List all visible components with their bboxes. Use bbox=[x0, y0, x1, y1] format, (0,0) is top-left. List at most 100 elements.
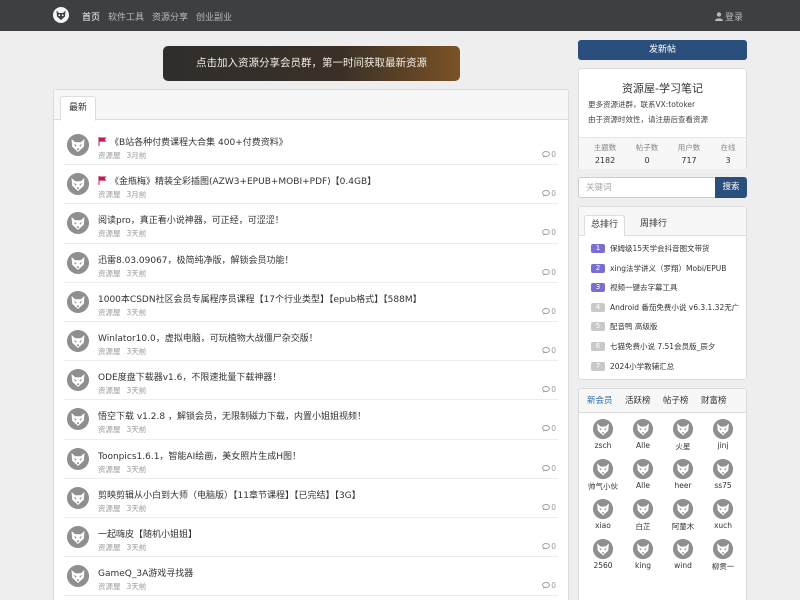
member-item[interactable]: 帅气小伙 bbox=[583, 459, 623, 492]
member-item[interactable]: heer bbox=[663, 459, 703, 490]
member-avatar[interactable] bbox=[713, 539, 733, 559]
member-name[interactable]: wind bbox=[663, 561, 703, 570]
thread-title[interactable]: 悟空下载 v1.2.8 ，解锁会员，无限制磁力下载，内置小姐姐视频！ bbox=[98, 409, 366, 422]
member-item[interactable]: wind bbox=[663, 539, 703, 570]
thread-row[interactable]: Toonpics1.6.1，智能AI绘画，美女照片生成H图！ 资源屋 3天前 0 bbox=[64, 440, 558, 479]
author-avatar[interactable] bbox=[67, 212, 89, 235]
member-name[interactable]: 白芷 bbox=[623, 521, 663, 532]
thread-title[interactable]: Winlator10.0，虚拟电脑，可玩植物大战僵尸杂交版！ bbox=[98, 331, 318, 344]
ranking-item[interactable]: 2 xing法学讲义（罗翔）Mobi/EPUB bbox=[591, 261, 741, 281]
member-avatar[interactable] bbox=[593, 419, 613, 439]
thread-title-text[interactable]: 1000本CSDN社区会员专属程序员课程【17个行业类型】【epub格式】【58… bbox=[98, 295, 422, 305]
tab-total-ranking[interactable]: 总排行 bbox=[584, 215, 626, 236]
member-item[interactable]: zsch bbox=[583, 419, 623, 450]
thread-title[interactable]: 剪映剪辑从小白到大师（电脑版）【11章节课程】【已完结】【3G】 bbox=[98, 488, 361, 501]
fox-logo-icon[interactable] bbox=[53, 7, 69, 23]
ranking-item[interactable]: 7 2024小学教辅汇总 bbox=[591, 359, 741, 379]
nav-link-home[interactable]: 首页 bbox=[82, 10, 100, 23]
author-avatar[interactable] bbox=[67, 565, 89, 588]
member-avatar[interactable] bbox=[673, 419, 693, 439]
member-avatar[interactable] bbox=[713, 499, 733, 519]
member-item[interactable]: jinj bbox=[703, 419, 743, 450]
thread-title-text[interactable]: 《金瓶梅》精装全彩插图(AZW3+EPUB+MOBI+PDF)【0.4GB】 bbox=[110, 177, 376, 187]
thread-title[interactable]: 迅雷8.03.09067，极简纯净版，解锁会员功能！ bbox=[98, 253, 294, 266]
login-link[interactable]: 登录 bbox=[714, 10, 743, 23]
author-avatar[interactable] bbox=[67, 173, 89, 196]
nav-link-software[interactable]: 软件工具 bbox=[108, 10, 144, 23]
member-avatar[interactable] bbox=[633, 419, 653, 439]
member-name[interactable]: 阿童木 bbox=[663, 521, 703, 532]
member-avatar[interactable] bbox=[633, 539, 653, 559]
member-name[interactable]: 柳贯一 bbox=[703, 561, 743, 572]
member-item[interactable]: Alle bbox=[623, 459, 663, 490]
member-name[interactable]: 火星 bbox=[663, 441, 703, 452]
member-item[interactable]: xuch bbox=[703, 499, 743, 530]
thread-title-text[interactable]: Toonpics1.6.1，智能AI绘画，美女照片生成H图！ bbox=[98, 452, 301, 462]
member-avatar[interactable] bbox=[633, 499, 653, 519]
ranking-item-title[interactable]: 保姆级15天学会抖音图文带货 bbox=[610, 243, 710, 254]
thread-row[interactable]: 迅雷8.03.09067，极简纯净版，解锁会员功能！ 资源屋 3天前 0 bbox=[64, 244, 558, 283]
member-avatar[interactable] bbox=[593, 459, 613, 479]
author-avatar[interactable] bbox=[67, 486, 89, 509]
ranking-item[interactable]: 1 保姆级15天学会抖音图文带货 bbox=[591, 241, 741, 261]
thread-title[interactable]: 一起嗨皮【随机小姐姐】 bbox=[98, 527, 197, 540]
author-avatar[interactable] bbox=[67, 329, 89, 352]
member-name[interactable]: jinj bbox=[703, 441, 743, 450]
ranking-item[interactable]: 3 视频一键去字幕工具 bbox=[591, 280, 741, 300]
member-name[interactable]: ss75 bbox=[703, 481, 743, 490]
thread-title-text[interactable]: 迅雷8.03.09067，极简纯净版，解锁会员功能！ bbox=[98, 256, 294, 266]
ranking-item-title[interactable]: 配音鸭 高级版 bbox=[610, 321, 657, 332]
tab-active-members[interactable]: 活跃榜 bbox=[625, 394, 651, 406]
member-avatar[interactable] bbox=[593, 499, 613, 519]
thread-title-text[interactable]: 一起嗨皮【随机小姐姐】 bbox=[98, 530, 197, 540]
author-avatar[interactable] bbox=[67, 134, 89, 156]
ranking-item-title[interactable]: 七猫免费小说 7.51会员版_辰夕 bbox=[610, 341, 715, 352]
thread-title[interactable]: 阅读pro，真正看小说神器，可正经，可涩涩！ bbox=[98, 213, 284, 226]
search-button[interactable]: 搜索 bbox=[715, 177, 747, 198]
member-avatar[interactable] bbox=[713, 459, 733, 479]
member-name[interactable]: king bbox=[623, 561, 663, 570]
nav-link-business[interactable]: 创业副业 bbox=[196, 10, 232, 23]
thread-title-text[interactable]: Winlator10.0，虚拟电脑，可玩植物大战僵尸杂交版！ bbox=[98, 334, 318, 344]
member-item[interactable]: ss75 bbox=[703, 459, 743, 490]
ranking-item-title[interactable]: 视频一键去字幕工具 bbox=[610, 282, 678, 293]
thread-author[interactable]: 资源屋 bbox=[98, 190, 121, 199]
nav-link-resources[interactable]: 资源分享 bbox=[152, 10, 188, 23]
thread-author[interactable]: 资源屋 bbox=[98, 386, 121, 395]
thread-row[interactable]: GameQ_3A游戏寻找器 资源屋 3天前 0 bbox=[64, 557, 558, 597]
tab-post-ranking[interactable]: 帖子榜 bbox=[663, 394, 689, 406]
thread-author[interactable]: 资源屋 bbox=[98, 582, 121, 591]
ranking-item[interactable]: 4 Android 番茄免费小说 v6.3.1.32无广 bbox=[591, 300, 741, 320]
thread-row[interactable]: 1000本CSDN社区会员专属程序员课程【17个行业类型】【epub格式】【58… bbox=[64, 283, 558, 322]
author-avatar[interactable] bbox=[67, 290, 89, 313]
ranking-item-title[interactable]: 2024小学教辅汇总 bbox=[610, 361, 674, 372]
thread-row[interactable]: 剪映剪辑从小白到大师（电脑版）【11章节课程】【已完结】【3G】 资源屋 3天前 0 bbox=[64, 479, 558, 518]
thread-author[interactable]: 资源屋 bbox=[98, 543, 121, 552]
member-name[interactable]: zsch bbox=[583, 441, 623, 450]
ranking-item[interactable]: 5 配音鸭 高级版 bbox=[591, 319, 741, 339]
member-item[interactable]: 2560 bbox=[583, 539, 623, 570]
member-name[interactable]: xiao bbox=[583, 521, 623, 530]
author-avatar[interactable] bbox=[67, 251, 89, 274]
author-avatar[interactable] bbox=[67, 369, 89, 392]
author-avatar[interactable] bbox=[67, 447, 89, 470]
thread-author[interactable]: 资源屋 bbox=[98, 504, 121, 513]
thread-author[interactable]: 资源屋 bbox=[98, 269, 121, 278]
new-post-button[interactable]: 发新帖 bbox=[578, 40, 747, 60]
thread-title-text[interactable]: ODE度盘下载器v1.6，不限速批量下载神器！ bbox=[98, 373, 281, 383]
thread-row[interactable]: 阅读pro，真正看小说神器，可正经，可涩涩！ 资源屋 3天前 0 bbox=[64, 204, 558, 244]
thread-title[interactable]: GameQ_3A游戏寻找器 bbox=[98, 566, 193, 579]
member-item[interactable]: 阿童木 bbox=[663, 499, 703, 532]
thread-author[interactable]: 资源屋 bbox=[98, 229, 121, 238]
member-name[interactable]: heer bbox=[663, 481, 703, 490]
author-avatar[interactable] bbox=[67, 408, 89, 431]
member-avatar[interactable] bbox=[713, 419, 733, 439]
thread-author[interactable]: 资源屋 bbox=[98, 465, 121, 474]
member-avatar[interactable] bbox=[593, 539, 613, 559]
member-item[interactable]: 柳贯一 bbox=[703, 539, 743, 572]
member-avatar[interactable] bbox=[673, 499, 693, 519]
thread-author[interactable]: 资源屋 bbox=[98, 308, 121, 317]
thread-title[interactable]: 《B站各种付费课程大合集 400+付费资料》 bbox=[98, 135, 288, 148]
tab-weekly-ranking[interactable]: 周排行 bbox=[634, 215, 673, 236]
thread-author[interactable]: 资源屋 bbox=[98, 347, 121, 356]
